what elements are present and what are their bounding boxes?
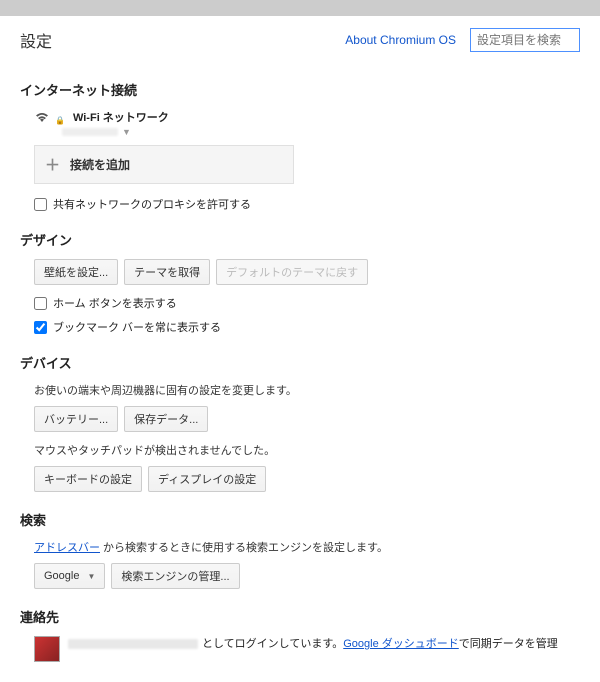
login-suffix: としてログインしています。 xyxy=(202,636,343,653)
redacted-email xyxy=(68,639,198,649)
search-desc: アドレスバー から検索するときに使用する検索エンジンを設定します。 xyxy=(34,539,580,555)
get-themes-button[interactable]: テーマを取得 xyxy=(124,259,210,285)
chevron-down-icon: ▼ xyxy=(122,127,131,137)
section-title-design: デザイン xyxy=(20,230,580,249)
section-search: 検索 アドレスバー から検索するときに使用する検索エンジンを設定します。 Goo… xyxy=(20,510,580,589)
set-wallpaper-button[interactable]: 壁紙を設定... xyxy=(34,259,118,285)
show-home-label: ホーム ボタンを表示する xyxy=(53,295,177,311)
dashboard-suffix: で同期データを管理 xyxy=(459,636,558,653)
wifi-label: Wi-Fi ネットワーク xyxy=(73,109,169,125)
lock-icon: 🔒 xyxy=(55,116,65,125)
wifi-network-name[interactable]: ▼ xyxy=(62,127,580,137)
stored-data-button[interactable]: 保存データ... xyxy=(124,406,208,432)
show-home-row[interactable]: ホーム ボタンを表示する xyxy=(34,295,580,311)
add-connection-button[interactable]: ＋ 接続を追加 xyxy=(34,145,294,184)
avatar xyxy=(34,636,60,662)
section-title-contacts: 連絡先 xyxy=(20,607,580,626)
contact-text: としてログインしています。 Google ダッシュボード で同期データを管理 xyxy=(68,636,580,653)
add-connection-label: 接続を追加 xyxy=(70,156,130,173)
wifi-icon xyxy=(34,111,50,123)
about-chromium-link[interactable]: About Chromium OS xyxy=(345,33,456,47)
section-title-search: 検索 xyxy=(20,510,580,529)
search-engine-select[interactable]: Google ▼ xyxy=(34,563,105,589)
section-design: デザイン 壁紙を設定... テーマを取得 デフォルトのテーマに戻す ホーム ボタ… xyxy=(20,230,580,335)
search-desc-post: から検索するときに使用する検索エンジンを設定します。 xyxy=(100,542,388,554)
google-dashboard-link[interactable]: Google ダッシュボード xyxy=(343,636,459,653)
search-engine-value: Google xyxy=(44,570,79,582)
show-bookmarks-label: ブックマーク バーを常に表示する xyxy=(53,319,221,335)
keyboard-settings-button[interactable]: キーボードの設定 xyxy=(34,466,142,492)
header-right: About Chromium OS xyxy=(345,28,580,52)
header: 設定 About Chromium OS xyxy=(0,16,600,62)
show-bookmarks-row[interactable]: ブックマーク バーを常に表示する xyxy=(34,319,580,335)
mouse-not-detected: マウスやタッチパッドが検出されませんでした。 xyxy=(34,442,580,458)
address-bar-link[interactable]: アドレスバー xyxy=(34,542,100,554)
page-title: 設定 xyxy=(20,28,52,52)
proxy-checkbox-row[interactable]: 共有ネットワークのプロキシを許可する xyxy=(34,196,580,212)
window-top-bar xyxy=(0,0,600,16)
show-bookmarks-checkbox[interactable] xyxy=(34,321,47,334)
section-internet: インターネット接続 🔒 Wi-Fi ネットワーク ▼ ＋ 接続を追加 共有ネット… xyxy=(20,80,580,212)
proxy-checkbox-label: 共有ネットワークのプロキシを許可する xyxy=(53,196,251,212)
section-title-device: デバイス xyxy=(20,353,580,372)
battery-button[interactable]: バッテリー... xyxy=(34,406,118,432)
proxy-checkbox[interactable] xyxy=(34,198,47,211)
section-title-internet: インターネット接続 xyxy=(20,80,580,99)
show-home-checkbox[interactable] xyxy=(34,297,47,310)
contact-row: としてログインしています。 Google ダッシュボード で同期データを管理 xyxy=(34,636,580,662)
section-device: デバイス お使いの端末や周辺機器に固有の設定を変更します。 バッテリー... 保… xyxy=(20,353,580,492)
search-input[interactable] xyxy=(470,28,580,52)
manage-search-engines-button[interactable]: 検索エンジンの管理... xyxy=(111,563,239,589)
content: インターネット接続 🔒 Wi-Fi ネットワーク ▼ ＋ 接続を追加 共有ネット… xyxy=(0,80,600,682)
device-desc: お使いの端末や周辺機器に固有の設定を変更します。 xyxy=(34,382,580,398)
redacted-ssid xyxy=(62,128,118,136)
plus-icon: ＋ xyxy=(45,154,60,175)
display-settings-button[interactable]: ディスプレイの設定 xyxy=(148,466,266,492)
section-contacts: 連絡先 としてログインしています。 Google ダッシュボード で同期データを… xyxy=(20,607,580,662)
wifi-network-row[interactable]: 🔒 Wi-Fi ネットワーク xyxy=(34,109,580,125)
reset-theme-button[interactable]: デフォルトのテーマに戻す xyxy=(216,259,368,285)
